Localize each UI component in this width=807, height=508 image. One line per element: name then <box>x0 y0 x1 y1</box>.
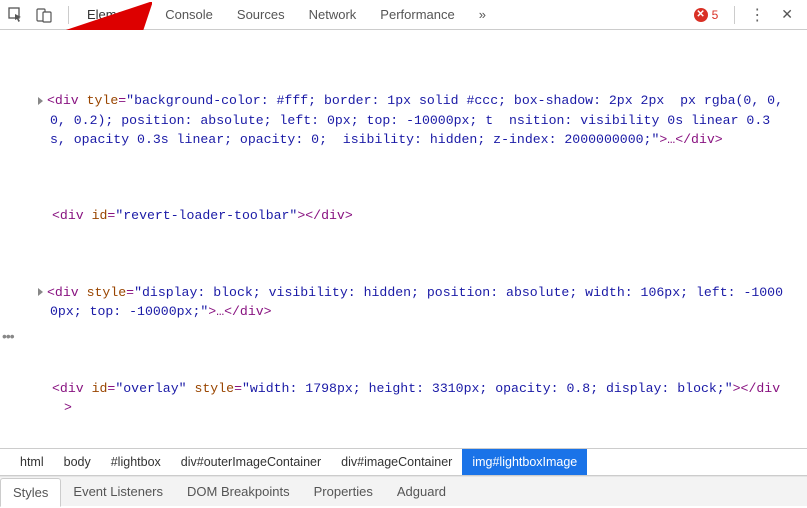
dom-node[interactable]: <div id="revert-loader-toolbar"></div> <box>6 206 785 225</box>
error-count: 5 <box>712 8 719 22</box>
gutter-ellipsis: ••• <box>2 328 14 344</box>
breadcrumb-item[interactable]: div#outerImageContainer <box>171 449 331 475</box>
dom-breadcrumb: html body #lightbox div#outerImageContai… <box>0 448 807 476</box>
dom-attr: tyle <box>87 93 119 108</box>
dom-tag: <div <box>47 93 87 108</box>
tab-styles[interactable]: Styles <box>0 478 61 507</box>
separator <box>734 6 735 24</box>
elements-dom-panel[interactable]: ••• <div tyle="background-color: #fff; b… <box>0 30 807 448</box>
close-devtools-icon[interactable]: ✕ <box>773 6 801 23</box>
inspect-icon[interactable] <box>6 5 26 25</box>
breadcrumb-item[interactable]: body <box>54 449 101 475</box>
tab-console[interactable]: Console <box>153 0 225 29</box>
separator <box>68 6 69 24</box>
tab-elements[interactable]: Elements <box>75 0 153 29</box>
tab-performance[interactable]: Performance <box>368 0 466 29</box>
kebab-menu-icon[interactable]: ⋮ <box>741 5 773 25</box>
breadcrumb-item[interactable]: html <box>10 449 54 475</box>
breadcrumb-item-selected[interactable]: img#lightboxImage <box>462 449 587 475</box>
tab-event-listeners[interactable]: Event Listeners <box>61 477 175 506</box>
dom-tree[interactable]: <div tyle="background-color: #fff; borde… <box>0 34 807 448</box>
dom-node[interactable]: <div style="display: block; visibility: … <box>6 283 785 321</box>
tab-dom-breakpoints[interactable]: DOM Breakpoints <box>175 477 302 506</box>
sidebar-tabs: Styles Event Listeners DOM Breakpoints P… <box>0 476 807 506</box>
expand-triangle-icon[interactable] <box>38 97 43 105</box>
tab-adguard[interactable]: Adguard <box>385 477 458 506</box>
breadcrumb-item[interactable]: div#imageContainer <box>331 449 462 475</box>
error-icon: ✕ <box>694 8 708 22</box>
dom-node[interactable]: <div tyle="background-color: #fff; borde… <box>6 91 785 148</box>
expand-triangle-icon[interactable] <box>38 288 43 296</box>
tab-sources[interactable]: Sources <box>225 0 297 29</box>
breadcrumb-item[interactable]: #lightbox <box>101 449 171 475</box>
tab-properties[interactable]: Properties <box>302 477 385 506</box>
device-toggle-icon[interactable] <box>34 5 54 25</box>
tab-network[interactable]: Network <box>297 0 369 29</box>
error-indicator[interactable]: ✕ 5 <box>694 8 719 22</box>
dom-close: >…</div> <box>659 132 722 147</box>
dom-node[interactable]: <div id="overlay" style="width: 1798px; … <box>6 379 785 417</box>
tabs-overflow[interactable]: » <box>467 0 498 29</box>
devtools-tab-bar: Elements Console Sources Network Perform… <box>0 0 807 30</box>
